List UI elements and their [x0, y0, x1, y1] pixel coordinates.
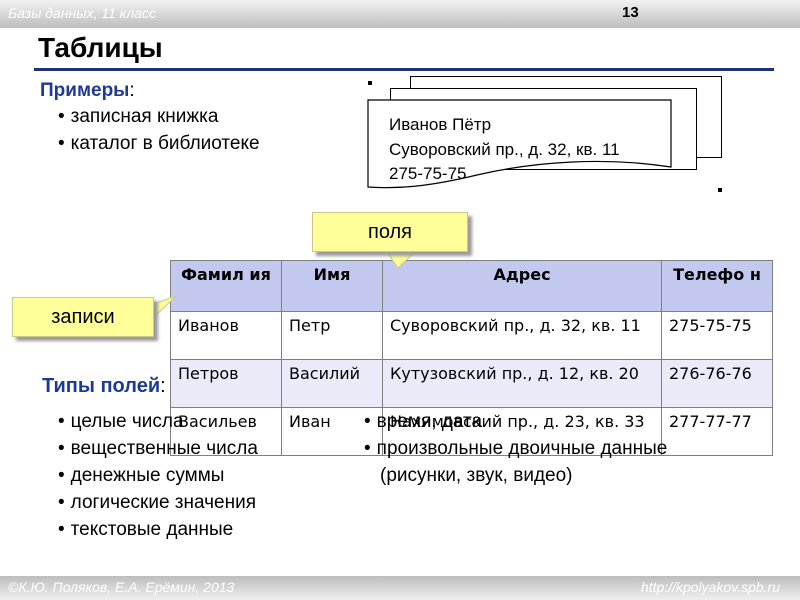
- list-item: произвольные двоичные данные: [364, 435, 668, 462]
- footer-authors: ©К.Ю. Поляков, Е.А. Ерёмин, 2013: [8, 579, 235, 595]
- list-item: каталог в библиотеке: [58, 130, 260, 157]
- card-name: Иванов Пётр: [389, 115, 492, 134]
- field-types-heading: Типы полей:: [42, 375, 166, 398]
- course-title: Базы данных, 11 класс: [8, 5, 157, 21]
- table-cell: Иванов: [170, 311, 282, 360]
- table-row: Иванов Петр Суворовский пр., д. 32, кв. …: [170, 311, 773, 360]
- examples-heading: Примеры:: [40, 80, 135, 102]
- list-item: денежные суммы: [58, 462, 258, 489]
- field-types-heading-label: Типы полей: [42, 375, 161, 397]
- slide-title: Таблицы: [38, 32, 163, 63]
- footer-url: http://kpolyakov.spb.ru: [640, 579, 780, 595]
- field-types-heading-colon: :: [160, 375, 166, 397]
- field-types-list: целые числа вещественные числа денежные …: [58, 408, 258, 543]
- fields-callout: поля: [312, 212, 468, 252]
- table-cell: Петров: [170, 359, 282, 408]
- examples-heading-label: Примеры: [40, 80, 130, 101]
- list-item: время, дата: [364, 408, 667, 435]
- table-cell: 277-77-77: [661, 407, 773, 456]
- title-divider: [34, 68, 774, 71]
- page-number: 13: [622, 4, 639, 21]
- card-address: Суворовский пр., д. 32, кв. 11: [389, 140, 620, 159]
- card-phone: 275-75-75: [389, 164, 467, 183]
- column-header: Фамил ия: [170, 260, 282, 312]
- column-header: Телефо н: [661, 260, 773, 312]
- field-types-list-extra: время, дата произвольные двоичные данные…: [364, 408, 668, 489]
- list-item: вещественные числа: [58, 435, 258, 462]
- examples-heading-colon: :: [129, 80, 135, 101]
- table-row: Петров Василий Кутузовский пр., д. 12, к…: [170, 359, 773, 408]
- table-header-row: Фамил ия Имя Адрес Телефо н: [170, 260, 773, 312]
- list-item: логические значения: [58, 489, 258, 516]
- list-item-continuation: (рисунки, звук, видео): [380, 465, 573, 486]
- column-header: Имя: [281, 260, 383, 312]
- table-cell: Петр: [281, 311, 383, 360]
- card-corner-mark: [718, 188, 722, 192]
- table-cell: Василий: [281, 359, 383, 408]
- column-header: Адрес: [382, 260, 662, 312]
- table-cell: 276-76-76: [661, 359, 773, 408]
- table-cell: Кутузовский пр., д. 12, кв. 20: [382, 359, 662, 408]
- table-cell: 275-75-75: [661, 311, 773, 360]
- list-item: записная книжка: [58, 103, 260, 130]
- card-corner-mark: [368, 81, 372, 85]
- list-item: текстовые данные: [58, 516, 258, 543]
- examples-list: записная книжка каталог в библиотеке: [58, 103, 260, 157]
- table-cell: Суворовский пр., д. 32, кв. 11: [382, 311, 662, 360]
- records-callout: записи: [12, 297, 154, 337]
- list-item: целые числа: [58, 408, 258, 435]
